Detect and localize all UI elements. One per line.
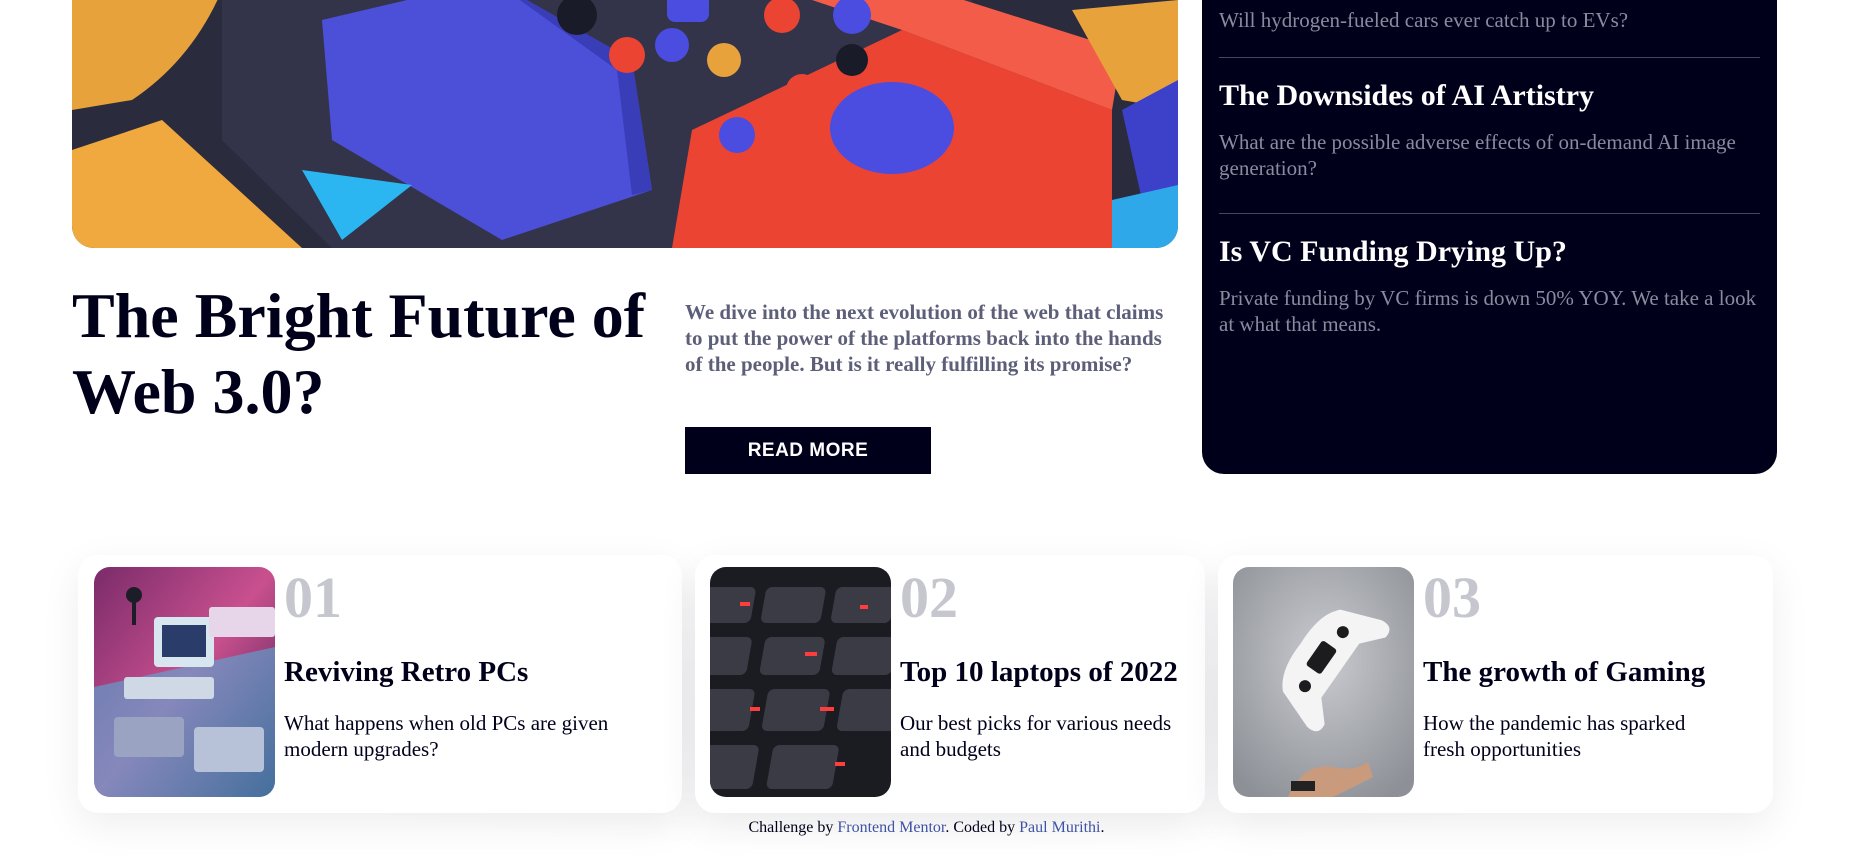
card-title[interactable]: Top 10 laptops of 2022 <box>900 655 1178 689</box>
card-description: What happens when old PCs are given mode… <box>284 711 609 761</box>
attribution: Challenge by Frontend Mentor. Coded by P… <box>0 818 1853 838</box>
hero-image <box>72 0 1178 248</box>
card-top-laptops: 02 Top 10 laptops of 2022 Our best picks… <box>695 555 1205 813</box>
card-number: 03 <box>1423 565 1481 630</box>
divider <box>1219 213 1760 214</box>
card-title[interactable]: The growth of Gaming <box>1423 655 1705 689</box>
frontend-mentor-link[interactable]: Frontend Mentor <box>837 819 945 836</box>
card-description: How the pandemic has sparked fresh oppor… <box>1423 711 1686 761</box>
new-item-description: Will hydrogen-fueled cars ever catch up … <box>1219 8 1629 32</box>
read-more-button[interactable]: Read more <box>685 427 931 474</box>
card-number: 01 <box>284 565 342 630</box>
author-link[interactable]: Paul Murithi <box>1019 819 1100 836</box>
new-item-ai-artistry[interactable]: The Downsides of AI Artistry What are th… <box>1219 78 1760 181</box>
card-growth-of-gaming: 03 The growth of Gaming How the pandemic… <box>1218 555 1773 813</box>
gamepad-icon <box>1233 567 1414 797</box>
new-item-description: What are the possible adverse effects of… <box>1219 130 1736 180</box>
card-number: 02 <box>900 565 958 630</box>
keyboard-icon <box>710 567 891 797</box>
card-description: Our best picks for various needs and bud… <box>900 711 1172 761</box>
new-item-title[interactable]: The Downsides of AI Artistry <box>1219 78 1760 114</box>
new-item-description: Private funding by VC firms is down 50% … <box>1219 286 1757 336</box>
new-articles-panel: Will hydrogen-fueled cars ever catch up … <box>1202 0 1777 474</box>
attribution-prefix: Challenge by <box>748 819 834 836</box>
hero-description: We dive into the next evolution of the w… <box>685 300 1164 376</box>
retro-pc-icon <box>94 567 275 797</box>
hero-title: The Bright Future of Web 3.0? <box>72 280 646 427</box>
new-item-hydrogen[interactable]: Will hydrogen-fueled cars ever catch up … <box>1219 7 1760 33</box>
new-item-title[interactable]: Is VC Funding Drying Up? <box>1219 234 1760 270</box>
card-reviving-retro-pcs: 01 Reviving Retro PCs What happens when … <box>78 555 682 813</box>
new-item-vc-funding[interactable]: Is VC Funding Drying Up? Private funding… <box>1219 234 1760 337</box>
attribution-middle: . Coded by <box>945 819 1016 836</box>
attribution-suffix: . <box>1100 819 1105 836</box>
divider <box>1219 57 1760 58</box>
card-title[interactable]: Reviving Retro PCs <box>284 655 528 689</box>
